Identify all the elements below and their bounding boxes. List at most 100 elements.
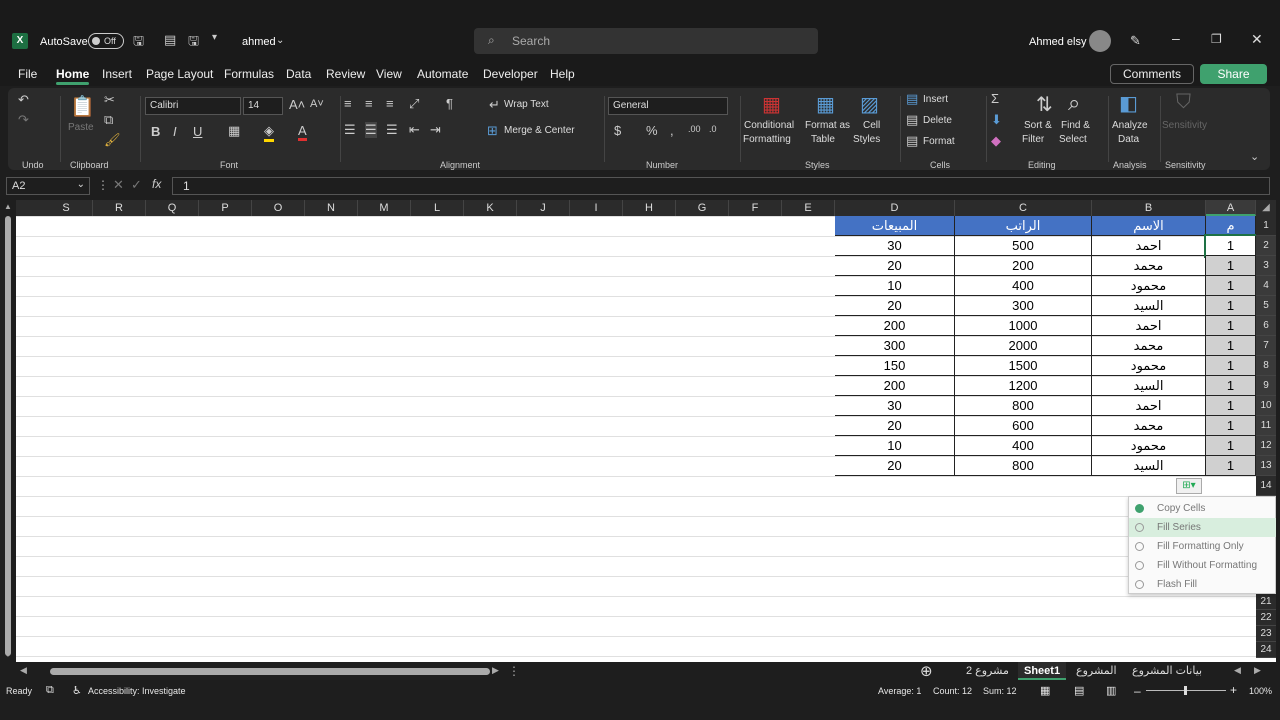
form-icon[interactable]: ▤ [164,32,176,48]
row-header[interactable]: 3 [1256,256,1276,276]
font-size-select[interactable]: 14 [243,97,283,115]
sort-filter-label[interactable]: Sort & [1024,120,1052,131]
table-cell-name[interactable]: محمود [1092,356,1206,376]
column-header-q[interactable]: Q [146,200,199,216]
designer-icon[interactable]: ✎ [1130,33,1141,49]
table-cell-salary[interactable]: 2000 [955,336,1092,356]
row-header[interactable]: 5 [1256,296,1276,316]
table-cell-sales[interactable]: 30 [835,236,955,256]
wrap-text-icon[interactable]: ↵ [489,97,500,113]
fill-color-icon[interactable]: ◈ [264,123,274,142]
number-format-select[interactable]: General [608,97,728,115]
format-cells-button[interactable]: Format [923,136,955,147]
table-cell-sales[interactable]: 20 [835,256,955,276]
cancel-entry-icon[interactable]: ✕ [113,177,124,193]
user-name[interactable]: Ahmed elsy [1029,36,1086,48]
option-fill-formatting-only[interactable]: Fill Formatting Only [1129,537,1276,556]
table-cell-name[interactable]: احمد [1092,316,1206,336]
cut-icon[interactable]: ✂ [104,92,115,108]
more-options-icon[interactable]: ⋮ [97,178,109,192]
table-cell-salary[interactable]: 500 [955,236,1092,256]
row-header[interactable]: 22 [1256,610,1276,626]
cell-styles-label[interactable]: Cell [863,120,880,131]
font-color-icon[interactable]: A [298,123,307,141]
table-cell-sales[interactable]: 30 [835,396,955,416]
column-header-r[interactable]: R [93,200,146,216]
menu-file[interactable]: File [18,67,37,81]
worksheet-grid[interactable]: S R Q P O N M L K J I H G F E D C B A ◢ … [16,200,1276,662]
table-cell-number[interactable]: 1 [1206,456,1256,476]
row-header[interactable]: 2 [1256,236,1276,256]
table-cell-salary[interactable]: 1200 [955,376,1092,396]
close-icon[interactable]: ✕ [1251,31,1263,48]
table-cell-sales[interactable]: 200 [835,376,955,396]
row-header[interactable]: 24 [1256,642,1276,658]
name-box[interactable]: A2 ⌄ [6,177,90,195]
horizontal-scrollbar-thumb[interactable] [50,668,490,675]
select-all-icon[interactable]: ◢ [1256,200,1276,216]
font-name-select[interactable]: Calibri [145,97,241,115]
table-cell-sales[interactable]: 20 [835,296,955,316]
menu-automate[interactable]: Automate [417,67,468,81]
align-middle-icon[interactable]: ≡ [365,96,373,111]
option-flash-fill[interactable]: Flash Fill [1129,575,1276,594]
insert-cells-icon[interactable]: ▤ [906,91,918,107]
scroll-up-icon[interactable]: ▲ [4,202,12,211]
row-header[interactable]: 8 [1256,356,1276,376]
header-cell-name[interactable]: الاسم [1092,216,1206,236]
format-as-table-icon[interactable]: ▦ [816,92,835,117]
column-header-g[interactable]: G [676,200,729,216]
table-cell-salary[interactable]: 1500 [955,356,1092,376]
column-header-c[interactable]: C [955,200,1092,216]
confirm-entry-icon[interactable]: ✓ [131,177,142,193]
conditional-formatting-label-2[interactable]: Formatting [743,134,791,145]
table-cell-name[interactable]: احمد [1092,236,1206,256]
scrollbar-thumb[interactable] [5,216,11,656]
copy-icon[interactable]: ⧉ [104,112,113,128]
column-header-j[interactable]: J [517,200,570,216]
row-header[interactable]: 13 [1256,456,1276,476]
auto-fill-options-button[interactable]: ⊞▾ [1176,478,1202,494]
menu-home[interactable]: Home [56,67,90,85]
accessibility-icon[interactable]: ♿ [72,684,82,697]
menu-insert[interactable]: Insert [102,67,132,81]
page-break-view-icon[interactable]: ▥ [1106,684,1116,697]
format-cells-icon[interactable]: ▤ [906,133,918,149]
bold-icon[interactable]: B [151,124,160,139]
tabs-more-icon[interactable]: ⋮ [508,664,520,678]
file-name-chevron-icon[interactable]: ⌄ [276,35,284,46]
scroll-left-icon[interactable]: ◀ [20,665,27,676]
table-cell-name[interactable]: محمد [1092,256,1206,276]
wrap-text-button[interactable]: Wrap Text [504,99,549,110]
header-cell-number[interactable]: م [1206,216,1256,236]
row-header[interactable]: 4 [1256,276,1276,296]
row-header[interactable]: 23 [1256,626,1276,642]
file-name[interactable]: ahmed [242,36,276,48]
column-header-b[interactable]: B [1092,200,1206,216]
table-cell-salary[interactable]: 400 [955,276,1092,296]
format-as-table-label-2[interactable]: Table [811,134,835,145]
header-cell-salary[interactable]: الراتب [955,216,1092,236]
table-cell-sales[interactable]: 20 [835,416,955,436]
grow-font-icon[interactable]: A˄ [289,97,305,112]
header-cell-sales[interactable]: المبيعات [835,216,955,236]
menu-view[interactable]: View [376,67,402,81]
increase-decimal-icon[interactable]: .00 [688,124,701,134]
column-header-m[interactable]: M [358,200,411,216]
column-header-e[interactable]: E [782,200,835,216]
table-cell-sales[interactable]: 150 [835,356,955,376]
table-cell-sales[interactable]: 10 [835,276,955,296]
delete-cells-icon[interactable]: ▤ [906,112,918,128]
share-button[interactable]: Share [1200,64,1267,84]
align-center-icon[interactable]: ☰ [365,122,377,138]
tab-scroll-next-icon[interactable]: ▶ [1254,665,1261,676]
tab-project-2[interactable]: مشروع 2 [960,662,1015,680]
sensitivity-label[interactable]: Sensitivity [1162,120,1207,131]
table-cell-salary[interactable]: 800 [955,396,1092,416]
autosum-icon[interactable]: Σ [991,91,999,106]
table-cell-number[interactable]: 1 [1204,234,1258,258]
menu-formulas[interactable]: Formulas [224,67,274,81]
quick-save-icon[interactable]: 🖫 [188,32,199,54]
row-header[interactable]: 10 [1256,396,1276,416]
table-cell-number[interactable]: 1 [1206,376,1256,396]
